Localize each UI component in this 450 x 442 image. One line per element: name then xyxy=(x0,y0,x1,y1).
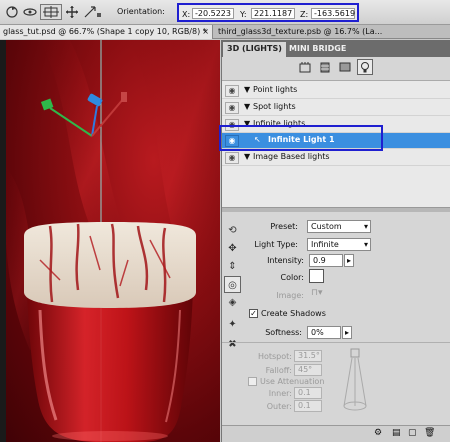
origin-light-icon[interactable]: ◎ xyxy=(224,276,241,293)
slide-light-icon[interactable]: ⇕ xyxy=(224,258,241,275)
light-tools: ⟲ ✥ ⇕ ◎ ◈ ✦ ✖ xyxy=(222,212,242,362)
options-bar: Orientation: X: -20.5223 Y: 221.1187 Z: … xyxy=(0,0,450,25)
x-label: X: xyxy=(182,10,191,19)
render-icon[interactable]: ▤ xyxy=(392,428,404,440)
orientation-fields: X: -20.5223 Y: 221.1187 Z: -163.5619 xyxy=(177,3,359,22)
preset-dropdown[interactable]: Custom ▾ xyxy=(307,220,371,233)
materials-icon[interactable] xyxy=(339,61,351,73)
scale-3d-icon[interactable] xyxy=(82,4,104,20)
image-label: Image: xyxy=(276,291,304,300)
new-light-icon[interactable]: ▢ xyxy=(408,428,420,440)
softness-label: Softness: xyxy=(265,328,302,337)
tab-third-glass[interactable]: third_glass3d_texture.psb @ 16.7% (La... xyxy=(215,25,450,39)
outer-label: Outer: xyxy=(266,402,292,411)
light-group-label: Image Based lights xyxy=(253,152,330,161)
hotspot-input[interactable]: 31.5° xyxy=(294,350,322,362)
visibility-eye-icon[interactable]: ◉ xyxy=(225,85,239,97)
light-group-label: Spot lights xyxy=(253,102,296,111)
drag-light-icon[interactable]: ✥ xyxy=(224,240,241,257)
inner-input[interactable]: 0.1 xyxy=(294,387,322,399)
spotlight-cone-preview xyxy=(340,348,370,412)
roll-3d-icon[interactable] xyxy=(22,4,38,20)
whole-scene-icon[interactable] xyxy=(299,61,311,73)
panel-splitter[interactable] xyxy=(222,208,450,212)
light-type-label: Light Type: xyxy=(254,240,298,249)
use-attenuation-label: Use Attenuation xyxy=(260,377,325,386)
create-shadows-label: Create Shadows xyxy=(261,309,326,318)
slide-3d-icon[interactable] xyxy=(64,4,80,20)
list-item[interactable]: ◉ ▼ Image Based lights xyxy=(222,150,450,166)
use-attenuation-checkbox[interactable] xyxy=(248,377,257,386)
orientation-label: Orientation: xyxy=(117,7,165,16)
delete-light-icon[interactable]: ✖ xyxy=(224,336,241,353)
chevron-down-icon: ▾ xyxy=(363,222,368,231)
z-input[interactable]: -163.5619 xyxy=(311,8,355,19)
trash-icon[interactable]: 🗑 xyxy=(424,428,436,440)
softness-slider-arrow-icon[interactable]: ▸ xyxy=(342,326,352,339)
glass-artwork xyxy=(0,40,220,442)
toggle-icon[interactable]: ⚙ xyxy=(374,428,388,440)
chevron-down-icon: ▾ xyxy=(363,240,368,249)
light-type-value: Infinite xyxy=(311,240,339,249)
annotation-highlight-box xyxy=(219,125,383,151)
rotate-3d-icon[interactable] xyxy=(4,4,20,20)
falloff-input[interactable]: 45° xyxy=(294,364,322,376)
tab-mini-bridge[interactable]: MINI BRIDGE xyxy=(285,42,350,57)
x-input[interactable]: -20.5223 xyxy=(192,8,234,19)
falloff-label: Falloff: xyxy=(265,366,292,375)
tools-edge xyxy=(0,40,6,442)
light-group-label: Point lights xyxy=(253,85,298,94)
outer-input[interactable]: 0.1 xyxy=(294,400,322,412)
hotspot-label: Hotspot: xyxy=(257,352,292,361)
close-icon[interactable]: × xyxy=(202,25,209,38)
image-folder-icon[interactable]: ⊓▾ xyxy=(311,288,323,298)
tab-label: glass_tut.psd @ 66.7% (Shape 1 copy 10, … xyxy=(3,27,207,36)
panel-bottom-bar: ⚙ ▤ ▢ 🗑 xyxy=(222,425,450,442)
color-label: Color: xyxy=(280,273,304,282)
softness-input[interactable]: 0% xyxy=(307,326,341,339)
inner-label: Inner: xyxy=(268,389,292,398)
light-type-dropdown[interactable]: Infinite ▾ xyxy=(307,238,371,251)
rotate-light-icon[interactable]: ⟲ xyxy=(224,222,241,239)
visibility-eye-icon[interactable]: ◉ xyxy=(225,102,239,114)
divider xyxy=(222,342,450,343)
meshes-icon[interactable] xyxy=(319,61,331,73)
y-label: Y: xyxy=(240,10,247,19)
tab-label: third_glass3d_texture.psb @ 16.7% (La... xyxy=(218,27,383,36)
add-light-icon[interactable]: ✦ xyxy=(224,316,241,333)
preset-label: Preset: xyxy=(270,222,298,231)
list-item[interactable]: ◉ ▼ Spot lights xyxy=(222,100,450,116)
list-item[interactable]: ◉ ▼ Point lights xyxy=(222,83,450,99)
intensity-input[interactable]: 0.9 xyxy=(309,254,343,267)
expand-triangle-icon[interactable]: ▼ xyxy=(244,102,250,111)
y-input[interactable]: 221.1187 xyxy=(251,8,295,19)
z-label: Z: xyxy=(300,10,309,19)
tab-glass-tut[interactable]: glass_tut.psd @ 66.7% (Shape 1 copy 10, … xyxy=(0,25,213,39)
panel-filter-bar xyxy=(222,57,450,79)
color-swatch[interactable] xyxy=(309,269,324,283)
move-to-view-icon[interactable]: ◈ xyxy=(224,294,241,311)
intensity-label: Intensity: xyxy=(267,256,304,265)
tab-3d-lights[interactable]: 3D (LIGHTS) xyxy=(223,42,286,57)
preset-value: Custom xyxy=(311,222,342,231)
intensity-slider-arrow-icon[interactable]: ▸ xyxy=(344,254,354,267)
expand-triangle-icon[interactable]: ▼ xyxy=(244,152,250,161)
document-canvas[interactable] xyxy=(0,40,220,442)
visibility-eye-icon[interactable]: ◉ xyxy=(225,152,239,164)
drag-3d-icon[interactable] xyxy=(40,4,62,20)
expand-triangle-icon[interactable]: ▼ xyxy=(244,85,250,94)
panel-tabs: 3D (LIGHTS) MINI BRIDGE xyxy=(221,40,450,57)
document-tabs: glass_tut.psd @ 66.7% (Shape 1 copy 10, … xyxy=(0,25,450,39)
lights-icon[interactable] xyxy=(357,59,373,75)
create-shadows-checkbox[interactable]: ✓ xyxy=(249,309,258,318)
